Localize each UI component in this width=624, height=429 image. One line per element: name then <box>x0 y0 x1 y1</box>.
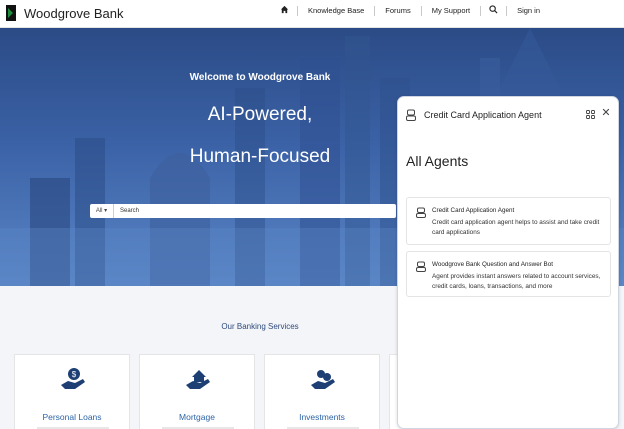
svg-text:$: $ <box>72 370 77 379</box>
agent-bot-icon <box>406 109 416 121</box>
top-nav: Knowledge Base Forums My Support Sign in <box>272 5 550 16</box>
service-card-investments[interactable]: Investments <box>264 354 380 429</box>
mortgage-icon <box>186 370 210 389</box>
hero-search-bar: All ▾ Search <box>90 204 396 218</box>
agent-name: Credit Card Application Agent <box>432 207 515 214</box>
apps-grid-icon[interactable] <box>586 110 595 119</box>
service-card-personal-loans[interactable]: $ Personal Loans <box>14 354 130 429</box>
brand-name[interactable]: Woodgrove Bank <box>24 6 124 21</box>
nav-knowledge-base[interactable]: Knowledge Base <box>298 6 374 16</box>
all-agents-heading: All Agents <box>406 153 469 169</box>
sign-in-link[interactable]: Sign in <box>507 6 550 16</box>
service-card-label: Investments <box>299 412 345 422</box>
search-icon[interactable] <box>481 5 506 16</box>
agent-bot-icon <box>416 207 426 218</box>
agent-description: Agent provides instant answers related t… <box>432 273 601 290</box>
agent-panel-title: Credit Card Application Agent <box>424 110 542 120</box>
agent-bot-icon <box>416 261 426 272</box>
agent-card-qa-bot[interactable]: Woodgrove Bank Question and Answer Bot A… <box>406 251 611 297</box>
home-icon[interactable] <box>272 5 297 16</box>
woodgrove-logo-icon[interactable] <box>6 5 16 21</box>
service-card-label: Mortgage <box>179 412 215 422</box>
agent-panel: Credit Card Application Agent ✕ All Agen… <box>397 96 619 429</box>
hero-headline-line-2: Human-Focused <box>189 146 331 167</box>
welcome-text: Welcome to Woodgrove Bank <box>189 72 331 83</box>
investments-icon <box>311 370 335 389</box>
site-header: Woodgrove Bank Knowledge Base Forums My … <box>0 0 624 28</box>
nav-my-support[interactable]: My Support <box>422 6 480 16</box>
personal-loan-icon: $ <box>61 368 85 389</box>
close-icon[interactable]: ✕ <box>601 108 611 119</box>
agent-description: Credit card application agent helps to a… <box>432 219 600 236</box>
search-input[interactable]: Search <box>120 204 139 218</box>
nav-forums[interactable]: Forums <box>375 6 420 16</box>
agent-card-credit-card[interactable]: Credit Card Application Agent Credit car… <box>406 197 611 245</box>
service-card-label: Personal Loans <box>42 412 102 422</box>
services-heading: Our Banking Services <box>221 322 299 331</box>
hero-headline-line-1: AI-Powered, <box>207 104 313 125</box>
agent-name: Woodgrove Bank Question and Answer Bot <box>432 261 553 268</box>
search-scope-dropdown[interactable]: All ▾ <box>90 204 114 218</box>
service-card-mortgage[interactable]: Mortgage <box>139 354 255 429</box>
